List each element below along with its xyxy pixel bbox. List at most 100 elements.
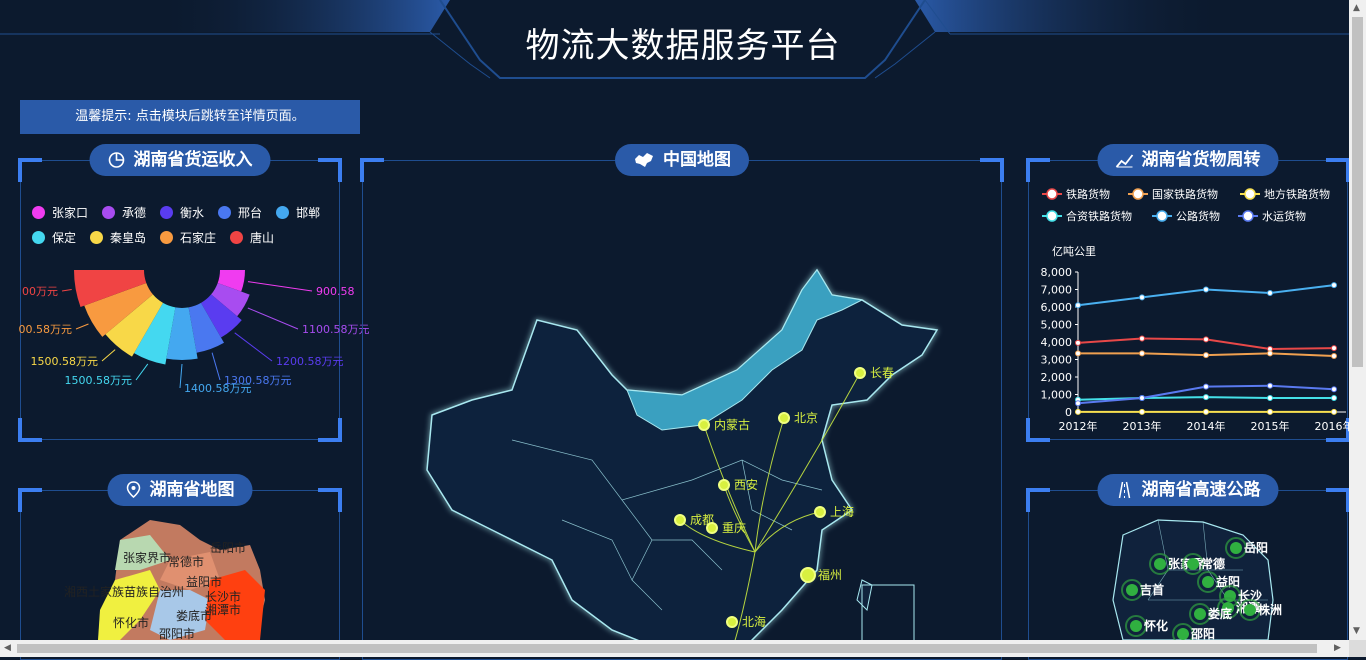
city-label: 福州	[818, 567, 842, 582]
line-legend-label[interactable]: 水运货物	[1262, 209, 1306, 223]
highway-node[interactable]	[1177, 628, 1189, 640]
series-point[interactable]	[1203, 352, 1209, 359]
highway-city-label: 岳阳	[1244, 540, 1268, 555]
region-label: 益阳市	[186, 574, 222, 589]
series-point[interactable]	[1267, 350, 1273, 357]
x-tick-label: 2014年	[1187, 419, 1226, 433]
city-marker[interactable]	[718, 479, 730, 491]
series-point[interactable]	[1203, 408, 1209, 415]
scroll-up-icon[interactable]: ▲	[1353, 3, 1360, 13]
series-point[interactable]	[1139, 408, 1145, 415]
x-tick-label: 2015年	[1251, 419, 1290, 433]
line-legend-label[interactable]: 地方铁路货物	[1264, 187, 1330, 201]
series-point[interactable]	[1331, 408, 1337, 415]
revenue-pie-chart: 900.581100.58万元1200.58万元1300.58万元1400.58…	[19, 270, 370, 395]
series-point[interactable]	[1075, 302, 1081, 309]
line-legend-label[interactable]: 铁路货物	[1066, 187, 1110, 201]
hint-banner: 温馨提示: 点击模块后跳转至详情页面。	[20, 100, 360, 134]
series-point[interactable]	[1267, 408, 1273, 415]
line-legend-marker	[1242, 210, 1254, 222]
series-point[interactable]	[1267, 382, 1273, 389]
horizontal-scrollbar[interactable]: ◀ ▶	[0, 640, 1349, 657]
city-label: 长春	[870, 366, 894, 380]
city-marker[interactable]	[726, 616, 738, 628]
series-point[interactable]	[1331, 345, 1337, 352]
series-point[interactable]	[1075, 339, 1081, 346]
series-point[interactable]	[1331, 395, 1337, 401]
city-marker[interactable]	[674, 514, 686, 526]
series-point[interactable]	[1075, 408, 1081, 415]
pie-label-line	[75, 323, 89, 330]
pie-label-line	[234, 332, 273, 362]
series-point[interactable]	[1139, 294, 1145, 301]
hunan-map: 张家界市常德市岳阳市益阳市湘西土家族苗族自治州 长沙市湘潭市娄底市怀化市邵阳市	[64, 520, 265, 640]
vertical-scrollbar[interactable]: ▲ ▼	[1349, 0, 1366, 640]
panel-highway[interactable]: 湖南省高速公路 岳阳张家界常德益阳吉首长沙湘潭娄底怀化邵阳株洲	[1026, 474, 1350, 660]
city-label: 北海	[742, 614, 766, 629]
series-point[interactable]	[1203, 383, 1209, 390]
panel-china-map[interactable]: 中国地图 长春 内蒙古 北京 西安 上海 成都 重庆 福州 北海	[360, 144, 1004, 660]
line-legend-label[interactable]: 合资铁路货物	[1066, 209, 1132, 223]
x-tick-label: 2016年	[1315, 419, 1354, 433]
region-label: 娄底市	[176, 608, 212, 623]
city-marker[interactable]	[706, 522, 718, 534]
scroll-right-icon[interactable]: ▶	[1334, 643, 1341, 653]
region-label: 邵阳市	[159, 626, 195, 640]
series-point[interactable]	[1139, 395, 1145, 401]
pie-value-label: 1500.58万元	[65, 374, 133, 387]
series-point[interactable]	[1075, 350, 1081, 357]
highway-node[interactable]	[1202, 576, 1214, 588]
highway-city-label: 常德	[1201, 556, 1225, 571]
highway-node[interactable]	[1126, 584, 1138, 596]
highway-node[interactable]	[1154, 558, 1166, 570]
highway-node[interactable]	[1187, 558, 1199, 570]
highway-node[interactable]	[1194, 608, 1206, 620]
panel-revenue[interactable]: 湖南省货运收入 张家口 承德 衡水 邢台 邯郸 保定 秦皇岛 石家庄 唐山 900.58 1100…	[18, 144, 370, 442]
line-legend-label[interactable]: 国家铁路货物	[1152, 187, 1218, 201]
highway-node[interactable]	[1230, 542, 1242, 554]
line-legend-marker	[1244, 188, 1256, 200]
series-point[interactable]	[1331, 353, 1337, 359]
pie-value-label: 1400.58万元	[184, 382, 252, 395]
scrollbar-corner	[1349, 640, 1366, 657]
line-legend-marker	[1046, 188, 1058, 200]
vertical-scroll-thumb[interactable]	[1352, 17, 1363, 367]
highway-city-label: 吉首	[1140, 582, 1164, 597]
region-label: 长沙市	[205, 589, 241, 604]
city-marker[interactable]	[778, 412, 790, 424]
highway-node[interactable]	[1244, 604, 1256, 616]
city-label: 北京	[794, 411, 818, 425]
y-tick-label: 8,000	[1041, 266, 1073, 279]
panel-hunan-map[interactable]: 湖南省地图 张家界市 常德市 岳阳市 益阳市 湘西土家族苗族自治州 长沙市 湘潭市 娄底市 怀化…	[18, 474, 342, 660]
horizontal-scroll-thumb[interactable]	[17, 644, 1317, 653]
series-point[interactable]	[1331, 282, 1337, 289]
region-label: 张家界市	[123, 550, 171, 565]
pie-value-label: 900.58	[316, 285, 355, 298]
city-marker[interactable]	[854, 367, 866, 379]
city-marker[interactable]	[800, 567, 816, 583]
city-marker[interactable]	[814, 506, 826, 518]
region-label: 常德市	[168, 554, 204, 569]
city-marker[interactable]	[698, 419, 710, 431]
highway-city-label: 娄底	[1208, 606, 1232, 621]
y-tick-label: 4,000	[1041, 336, 1073, 349]
series-point[interactable]	[1139, 335, 1145, 342]
series-point[interactable]	[1331, 386, 1337, 393]
line-legend-marker	[1046, 210, 1058, 222]
highway-node[interactable]	[1130, 620, 1142, 632]
scroll-down-icon[interactable]: ▼	[1353, 626, 1360, 636]
pie-value-label: 1100.58万元	[302, 323, 370, 336]
series-point[interactable]	[1267, 290, 1273, 296]
series-point[interactable]	[1075, 400, 1081, 407]
header: 物流大数据服务平台	[0, 0, 1366, 80]
line-legend-label[interactable]: 公路货物	[1176, 209, 1220, 223]
series-point[interactable]	[1203, 336, 1209, 343]
series-point[interactable]	[1203, 286, 1209, 293]
series-point[interactable]	[1139, 350, 1145, 357]
scroll-left-icon[interactable]: ◀	[4, 643, 11, 653]
page-title: 物流大数据服务平台	[525, 26, 841, 66]
panel-turnover[interactable]: 湖南省货物周转 铁路货物 国家铁路货物 地方铁路货物 合资铁路货物 公路货物 水运货物 亿吨…	[1026, 144, 1354, 442]
series-point[interactable]	[1203, 394, 1209, 401]
series-point[interactable]	[1267, 395, 1273, 401]
turnover-line-chart: 铁路货物 国家铁路货物 地方铁路货物合资铁路货物 公路货物 水运货物亿吨公里 0 1,000…	[1041, 187, 1354, 433]
